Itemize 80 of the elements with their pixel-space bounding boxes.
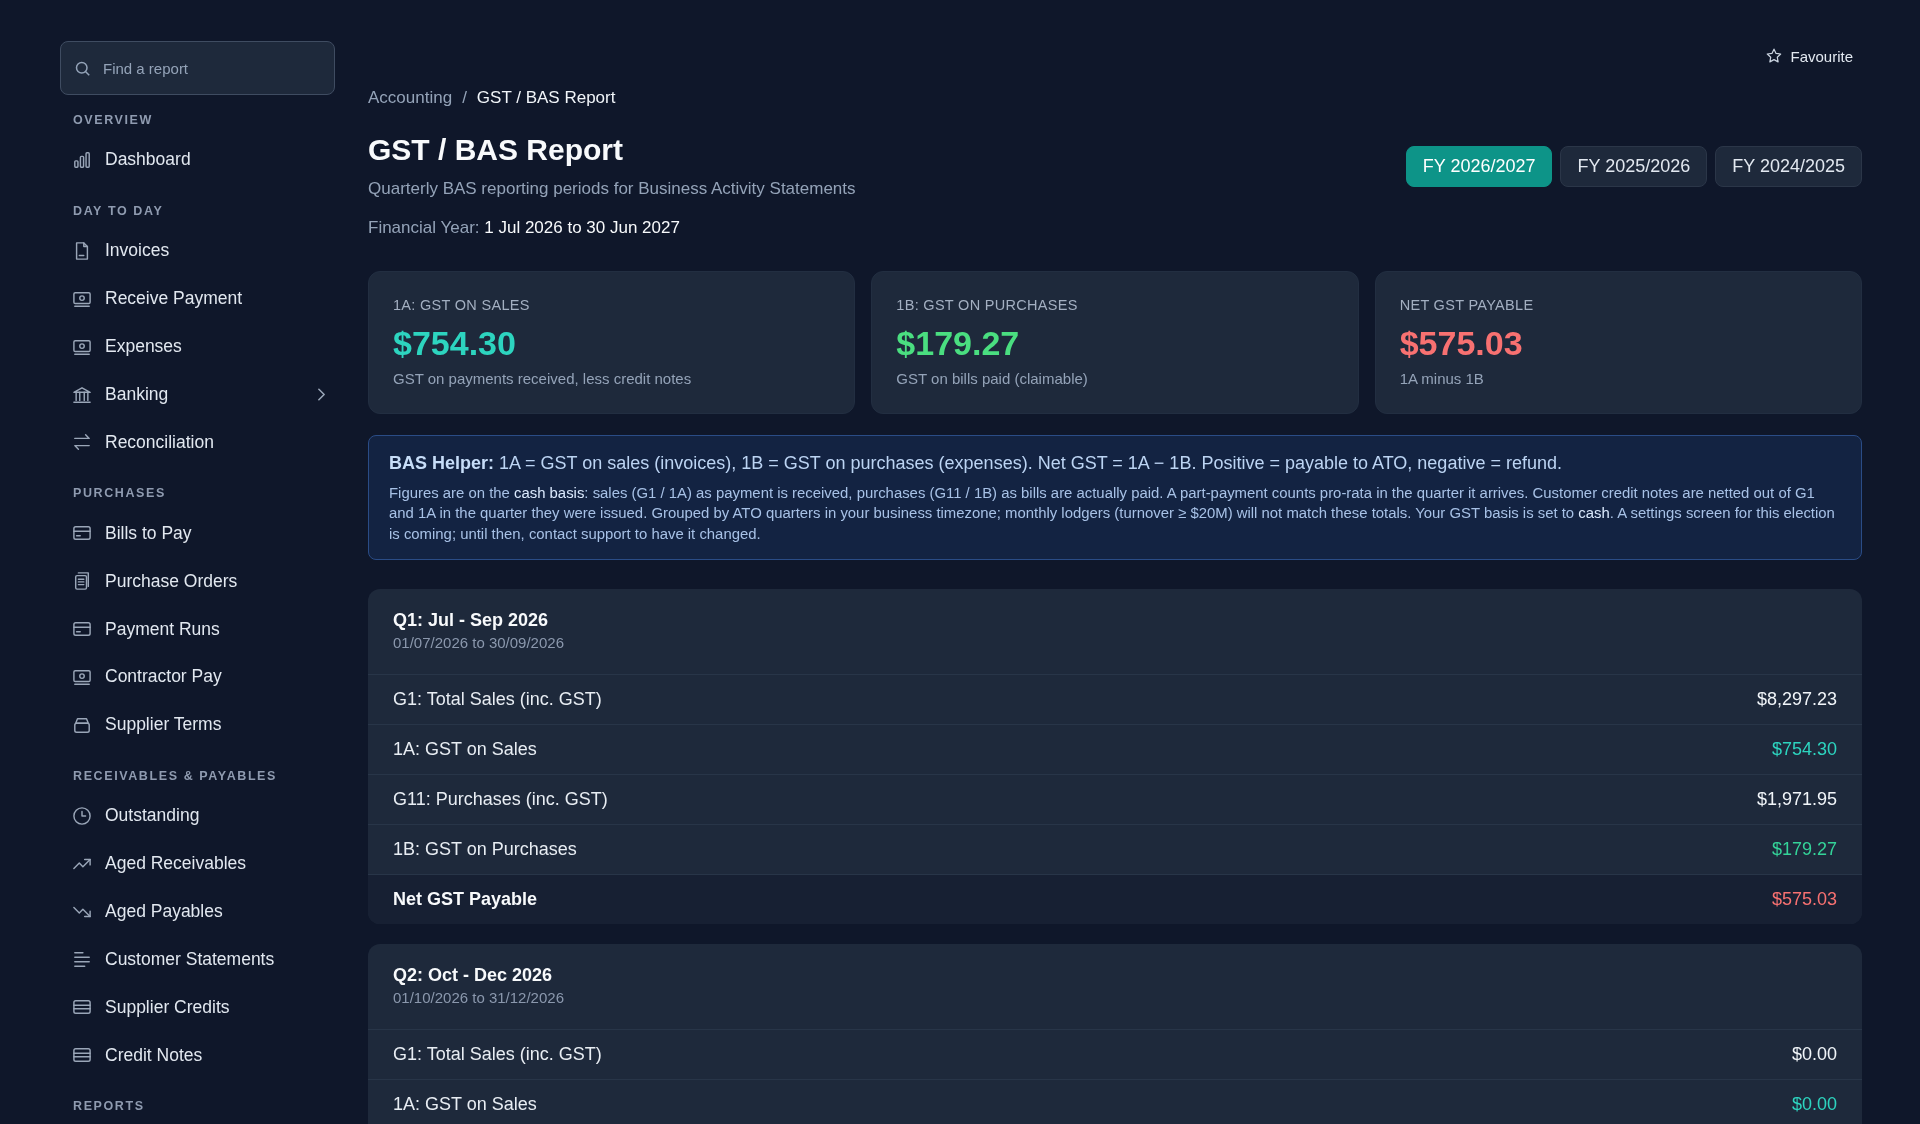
year-tab[interactable]: FY 2024/2025 [1715, 146, 1862, 187]
row-amount: $179.27 [1771, 838, 1837, 860]
nav-item[interactable]: Dashboard [60, 136, 335, 184]
breadcrumb-separator: / [462, 88, 467, 108]
tray-icon [73, 715, 91, 734]
row-amount: $1,971.95 [1756, 788, 1837, 810]
section-heading: REPORTS [72, 1098, 146, 1115]
breadcrumb-link[interactable]: Accounting [368, 88, 453, 108]
nav-item[interactable]: Banking [60, 370, 335, 419]
financial-year-value: 1 Jul 2026 to 30 Jun 2027 [484, 218, 680, 237]
section-heading: RECEIVABLES & PAYABLES [72, 767, 278, 784]
stat-value: $179.27 [896, 324, 1021, 363]
nav-item[interactable]: Aged Payables [60, 887, 335, 936]
financial-year-label: Financial Year: [368, 218, 480, 237]
row-label: 1B: GST on Purchases [393, 838, 577, 860]
year-tab[interactable]: FY 2026/2027 [1405, 146, 1553, 187]
section-heading: DAY TO DAY [72, 202, 165, 219]
row-amount: $0.00 [1791, 1043, 1837, 1065]
stat-note: GST on payments received, less credit notes [393, 369, 693, 389]
quarter-dates: 01/10/2026 to 31/12/2026 [393, 987, 565, 1008]
nav-item[interactable]: Supplier Terms [60, 700, 335, 749]
nav-item[interactable]: Receive Payment [60, 274, 335, 323]
nav-item[interactable]: Reconciliation [60, 418, 335, 467]
banknote-icon [73, 289, 91, 308]
credit-card-icon [73, 620, 91, 639]
bank-icon [73, 385, 91, 404]
helper-summary: BAS Helper: 1A = GST on sales (invoices), 1B = GST on purchases (expenses). Net GST = 1A − 1B. Positive = payable to ATO, negative = refund. [389, 452, 1563, 475]
page-subtitle: Quarterly BAS reporting periods for Business Activity Statements [368, 178, 856, 200]
search-icon [75, 61, 90, 76]
document-icon [73, 241, 91, 260]
bar-chart-icon [73, 150, 91, 169]
helper-details: Figures are on the cash basis: sales (G1 / 1A) as payment is received, purchases (G11 / 1B) as bills are actually paid. A part-payment counts pro-rata in the quarter it arrives. Customer credit notes are netted out of G1 and 1A in the quarter they were issued. Grouped by ATO quarters in your business timezone; monthly lodgers (turnover ≥ $20M) will not match these totals. Your GST basis is set to cash. A settings screen for this election is coming; until then, contact support to have it changed. [389, 484, 1836, 544]
chevron-right-icon [318, 388, 325, 401]
nav-item[interactable]: Aged Receivables [60, 839, 335, 888]
nav-item[interactable]: Contractor Pay [60, 653, 335, 701]
banknote-icon [73, 667, 91, 686]
stat-value: $754.30 [393, 324, 517, 363]
year-tab[interactable]: FY 2025/2026 [1560, 146, 1708, 187]
stat-label: 1A: GST ON SALES [393, 296, 531, 314]
quarter-title: Q1: Jul - Sep 2026 [393, 608, 550, 631]
nav-item[interactable]: Invoices [60, 226, 335, 275]
clock-icon [73, 806, 91, 825]
nav-item[interactable]: Credit Notes [60, 1031, 335, 1080]
nav-item[interactable]: Expenses [60, 322, 335, 371]
rows-icon [73, 998, 91, 1017]
row-label: Net GST Payable [393, 888, 538, 910]
favourite-button[interactable]: Favourite [1757, 40, 1862, 72]
row-amount: $754.30 [1771, 738, 1837, 760]
nav-item[interactable]: Purchase Orders [60, 557, 335, 606]
stat-note: 1A minus 1B [1399, 369, 1485, 389]
row-label: G1: Total Sales (inc. GST) [393, 688, 602, 710]
row-label: G1: Total Sales (inc. GST) [393, 1043, 602, 1065]
stat-value: $575.03 [1399, 324, 1524, 363]
row-amount: $575.03 [1771, 888, 1837, 910]
documents-icon [73, 572, 91, 591]
banknote-icon [73, 337, 91, 356]
quarter-title: Q2: Oct - Dec 2026 [393, 963, 554, 986]
nav-item[interactable]: Payment Runs [60, 605, 335, 653]
nav-item[interactable]: Customer Statements [60, 935, 335, 984]
row-amount: $8,297.23 [1756, 688, 1837, 710]
credit-card-icon [73, 524, 91, 543]
rows-icon [73, 1046, 91, 1065]
row-label: 1A: GST on Sales [393, 1093, 537, 1115]
stat-label: 1B: GST ON PURCHASES [896, 296, 1079, 314]
search-field[interactable]: Find a report [60, 41, 335, 95]
page-title: GST / BAS Report [368, 132, 624, 168]
list-icon [73, 950, 91, 969]
section-heading: OVERVIEW [72, 112, 154, 128]
breadcrumb-current: GST / BAS Report [476, 88, 616, 108]
stat-note: GST on bills paid (claimable) [896, 369, 1089, 389]
star-icon [1766, 48, 1783, 64]
row-label: 1A: GST on Sales [393, 738, 537, 760]
row-label: G11: Purchases (inc. GST) [393, 788, 608, 810]
row-amount: $0.00 [1791, 1093, 1837, 1115]
nav-item[interactable]: Bills to Pay [60, 509, 335, 558]
section-heading: PURCHASES [72, 485, 167, 502]
stat-label: NET GST PAYABLE [1399, 296, 1535, 314]
nav-item[interactable]: Supplier Credits [60, 983, 335, 1032]
nav-item[interactable]: Outstanding [60, 791, 335, 840]
quarter-dates: 01/07/2026 to 30/09/2026 [393, 632, 565, 653]
